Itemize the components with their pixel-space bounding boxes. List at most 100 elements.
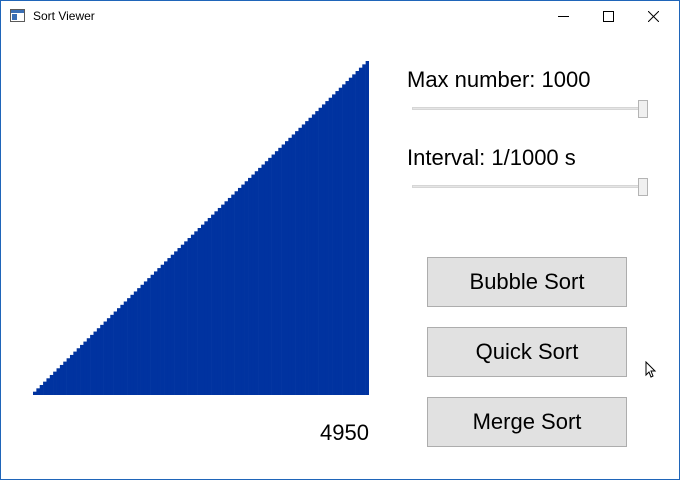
bar: [338, 87, 343, 395]
bar: [83, 341, 88, 395]
bar: [127, 298, 131, 395]
bar: [214, 211, 219, 395]
bar: [76, 348, 81, 395]
bar: [268, 157, 272, 395]
slider-track: [412, 107, 648, 110]
bar: [281, 144, 286, 395]
bar: [365, 61, 369, 395]
bar: [66, 358, 71, 395]
bar: [251, 174, 256, 395]
bar: [39, 384, 44, 395]
bar: [160, 264, 165, 395]
bar: [46, 378, 51, 395]
slider-thumb[interactable]: [638, 178, 648, 196]
quick-sort-button[interactable]: Quick Sort: [427, 327, 627, 377]
bar: [137, 288, 141, 395]
bar: [332, 94, 336, 395]
bar: [291, 134, 296, 395]
merge-sort-button[interactable]: Merge Sort: [427, 397, 627, 447]
bar: [120, 304, 125, 395]
bar: [271, 154, 276, 395]
bar: [63, 361, 67, 395]
mouse-cursor-icon: [645, 360, 657, 379]
bar: [177, 248, 182, 395]
bar: [59, 364, 64, 395]
bar: [362, 64, 366, 395]
bar-chart-area: [33, 61, 369, 395]
slider-thumb[interactable]: [638, 100, 648, 118]
bar: [133, 291, 138, 395]
interval-slider[interactable]: [412, 178, 648, 198]
bar: [248, 177, 252, 395]
bar: [241, 184, 245, 395]
bar: [254, 171, 259, 395]
bar: [274, 151, 279, 395]
bar: [80, 344, 84, 395]
bar: [184, 241, 188, 395]
bar: [113, 311, 118, 395]
bar: [174, 251, 178, 395]
bar: [318, 107, 323, 395]
bar: [190, 234, 195, 395]
bar: [308, 117, 313, 395]
operation-counter: 4950: [320, 420, 369, 445]
bubble-sort-button[interactable]: Bubble Sort: [427, 257, 627, 307]
bar: [90, 334, 94, 395]
bar: [170, 254, 175, 395]
bar: [348, 77, 353, 395]
bar: [33, 391, 37, 395]
bar: [164, 261, 168, 395]
bar: [342, 84, 346, 395]
bar: [244, 181, 249, 395]
bar: [207, 217, 212, 395]
bar: [143, 281, 148, 395]
bar: [147, 278, 151, 395]
bar: [100, 324, 104, 395]
max-number-label: Max number: 1000: [407, 67, 591, 92]
maximize-button[interactable]: [586, 1, 631, 31]
bar: [140, 284, 145, 395]
bar: [117, 308, 121, 395]
bar: [328, 97, 333, 395]
bar: [278, 147, 282, 395]
bar: [261, 164, 266, 395]
bar: [167, 258, 172, 395]
title-bar[interactable]: Sort Viewer: [1, 1, 679, 31]
bar: [106, 318, 111, 395]
bar: [53, 371, 57, 395]
bar: [258, 167, 262, 395]
close-button[interactable]: [631, 1, 676, 31]
bar: [73, 351, 77, 395]
bar: [130, 294, 135, 395]
interval-label: Interval: 1/1000 s: [407, 145, 576, 170]
slider-track: [412, 185, 648, 188]
bar: [345, 81, 350, 395]
bar: [352, 74, 356, 395]
bar: [93, 331, 98, 395]
bar: [96, 328, 101, 395]
bar: [264, 161, 269, 395]
bar: [150, 274, 155, 395]
bar: [217, 207, 222, 395]
bar: [187, 238, 192, 395]
bar: [285, 141, 289, 395]
bar: [298, 127, 303, 395]
bar: [234, 191, 239, 395]
bar: [224, 201, 229, 395]
bar: [103, 321, 108, 395]
bar: [56, 368, 61, 395]
window-title: Sort Viewer: [33, 9, 95, 23]
bar: [86, 338, 91, 395]
max-number-slider[interactable]: [412, 100, 648, 120]
bar: [211, 214, 215, 395]
bar: [201, 224, 205, 395]
bar: [325, 101, 329, 395]
bar: [315, 111, 319, 395]
minimize-button[interactable]: [541, 1, 586, 31]
bar: [305, 121, 309, 395]
bar: [69, 354, 74, 395]
bar: [157, 268, 161, 395]
bar: [295, 131, 299, 395]
bar: [231, 194, 235, 395]
bar: [311, 114, 316, 395]
